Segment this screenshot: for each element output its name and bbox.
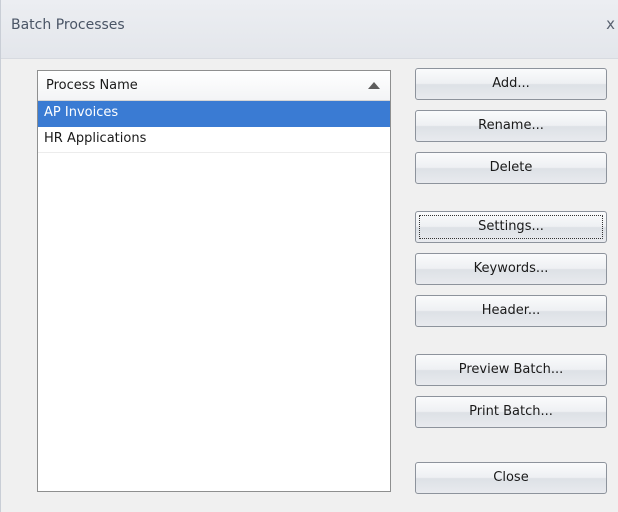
column-header-label: Process Name [46,78,138,93]
window-title: Batch Processes [11,17,125,33]
delete-button[interactable]: Delete [415,152,607,184]
rename-button[interactable]: Rename... [415,110,607,142]
header-button[interactable]: Header... [415,295,607,327]
preview-batch-button[interactable]: Preview Batch... [415,354,607,386]
process-list[interactable]: Process Name AP Invoices HR Applications [37,70,391,492]
keywords-button[interactable]: Keywords... [415,253,607,285]
close-button[interactable]: Close [415,462,607,494]
batch-processes-dialog: Batch Processes x Process Name AP Invoic… [0,0,618,512]
column-header-process-name[interactable]: Process Name [38,71,390,101]
settings-button[interactable]: Settings... [415,211,607,243]
print-batch-button[interactable]: Print Batch... [415,396,607,428]
sort-ascending-icon [368,82,380,89]
close-icon[interactable]: x [606,15,615,33]
title-bar[interactable]: Batch Processes x [1,0,618,59]
list-item-label: AP Invoices [44,105,119,120]
add-button[interactable]: Add... [415,68,607,100]
list-item-ap-invoices[interactable]: AP Invoices [38,101,390,127]
list-item-label: HR Applications [44,131,147,146]
list-item-hr-applications[interactable]: HR Applications [38,127,390,153]
